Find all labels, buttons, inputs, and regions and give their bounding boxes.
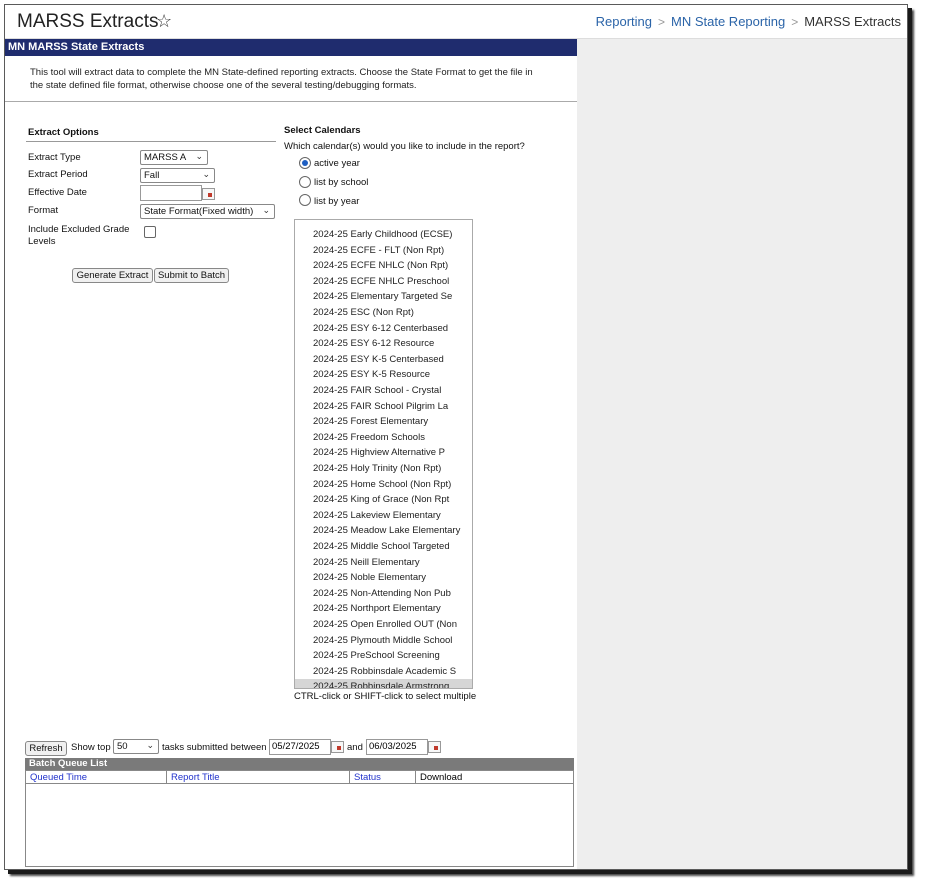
calendar-option[interactable]: 2024-25 Neill Elementary — [295, 555, 472, 571]
calendar-option[interactable]: 2024-25 ESY K-5 Centerbased — [295, 352, 472, 368]
calendar-option[interactable]: 2024-25 Early Childhood (ECSE) — [295, 227, 472, 243]
column-download: Download — [416, 771, 573, 784]
tasks-submitted-label: tasks submitted between — [162, 742, 267, 753]
calendar-option[interactable]: 2024-25 Robbinsdale Armstrong — [295, 679, 472, 688]
intro-line-2: the state defined file format, otherwise… — [30, 80, 417, 91]
calendar-option[interactable]: 2024-25 FAIR School Pilgrim La — [295, 399, 472, 415]
end-date-input[interactable]: 06/03/2025 — [366, 739, 428, 755]
format-value: State Format(Fixed width) — [144, 206, 254, 217]
panel-title-bar: MN MARSS State Extracts — [5, 39, 577, 56]
show-top-label: Show top — [71, 742, 111, 753]
radio-active-year[interactable] — [299, 157, 311, 169]
calendar-listbox[interactable]: 2024-25 Early Childhood (ECSE) 2024-25 EC… — [294, 219, 473, 689]
effective-date-label: Effective Date — [28, 187, 87, 198]
calendar-option[interactable]: 2024-25 PreSchool Screening — [295, 648, 472, 664]
calendar-option[interactable]: 2024-25 ESY K-5 Resource — [295, 367, 472, 383]
calendar-option[interactable]: 2024-25 Middle School Targeted — [295, 539, 472, 555]
select-calendars-heading: Select Calendars — [284, 125, 361, 136]
favorite-star-icon[interactable]: ☆ — [156, 11, 172, 32]
radio-active-year-label: active year — [314, 158, 360, 169]
chevron-down-icon: ⌄ — [262, 205, 270, 215]
breadcrumb-current: MARSS Extracts — [804, 14, 901, 29]
extract-type-value: MARSS A — [144, 152, 187, 163]
format-select[interactable]: State Format(Fixed width) ⌄ — [140, 204, 275, 219]
calendar-option[interactable]: 2024-25 ECFE NHLC (Non Rpt) — [295, 258, 472, 274]
page-header: MARSS Extracts ☆ Reporting > MN State Repo… — [5, 5, 907, 39]
column-queued-time[interactable]: Queued Time — [26, 771, 167, 784]
calendar-option[interactable]: 2024-25 FAIR School - Crystal — [295, 383, 472, 399]
breadcrumb-mn-state-reporting[interactable]: MN State Reporting — [671, 14, 785, 29]
and-label: and — [347, 742, 363, 753]
generate-extract-button[interactable]: Generate Extract — [72, 268, 153, 283]
include-excluded-checkbox[interactable] — [144, 226, 156, 238]
start-date-input[interactable]: 05/27/2025 — [269, 739, 331, 755]
calendar-option[interactable]: 2024-25 Robbinsdale Academic S — [295, 664, 472, 680]
column-status[interactable]: Status — [350, 771, 416, 784]
calendar-icon[interactable] — [428, 741, 441, 753]
extract-period-value: Fall — [144, 170, 160, 181]
calendar-option[interactable]: 2024-25 ECFE NHLC Preschool — [295, 274, 472, 290]
chevron-down-icon: ⌄ — [195, 151, 203, 161]
chevron-right-icon: > — [658, 15, 666, 29]
submit-to-batch-button[interactable]: Submit to Batch — [154, 268, 229, 283]
calendar-option[interactable]: 2024-25 Highview Alternative P — [295, 445, 472, 461]
extract-period-label: Extract Period — [28, 169, 88, 180]
column-report-title[interactable]: Report Title — [167, 771, 350, 784]
extract-type-select[interactable]: MARSS A ⌄ — [140, 150, 208, 165]
calendar-option[interactable]: 2024-25 ECFE - FLT (Non Rpt) — [295, 243, 472, 259]
intro-line-1: This tool will extract data to complete … — [30, 67, 533, 78]
batch-queue-table: Queued Time Report Title Status Download — [25, 770, 574, 867]
calendar-option[interactable]: 2024-25 Plymouth Middle School — [295, 633, 472, 649]
refresh-button[interactable]: Refresh — [25, 741, 67, 756]
divider — [26, 141, 276, 142]
calendar-option[interactable]: 2024-25 ESC (Non Rpt) — [295, 305, 472, 321]
radio-list-by-school[interactable] — [299, 176, 311, 188]
multi-select-hint: CTRL-click or SHIFT-click to select mult… — [294, 691, 477, 702]
calendar-option[interactable]: 2024-25 Lakeview Elementary — [295, 508, 472, 524]
extract-period-select[interactable]: Fall ⌄ — [140, 168, 215, 183]
radio-list-by-year-label: list by year — [314, 196, 360, 207]
batch-queue-title: Batch Queue List — [25, 758, 574, 770]
calendar-option[interactable]: 2024-25 Open Enrolled OUT (Non — [295, 617, 472, 633]
include-excluded-label-line-1: Include Excluded Grade — [28, 224, 130, 235]
include-excluded-label: Include Excluded Grade Levels — [28, 224, 129, 248]
calendar-icon[interactable] — [202, 188, 215, 200]
calendar-icon[interactable] — [331, 741, 344, 753]
breadcrumb: Reporting > MN State Reporting > MARSS Extra… — [596, 14, 901, 29]
include-excluded-label-line-2: Levels — [28, 236, 56, 247]
calendar-option[interactable]: 2024-25 Holy Trinity (Non Rpt) — [295, 461, 472, 477]
calendar-option[interactable]: 2024-25 ESY 6-12 Centerbased — [295, 321, 472, 337]
empty-side-area — [577, 39, 907, 869]
format-label: Format — [28, 205, 59, 216]
radio-list-by-school-label: list by school — [314, 177, 369, 188]
calendar-option[interactable]: 2024-25 Noble Elementary — [295, 570, 472, 586]
chevron-down-icon: ⌄ — [146, 740, 154, 750]
app-window: MARSS Extracts ☆ Reporting > MN State Repo… — [4, 4, 908, 870]
calendar-option[interactable]: 2024-25 Elementary Targeted Se — [295, 289, 472, 305]
calendars-question: Which calendar(s) would you like to incl… — [284, 141, 525, 152]
calendar-option[interactable]: 2024-25 ESY 6-12 Resource — [295, 336, 472, 352]
extract-type-label: Extract Type — [28, 152, 81, 163]
show-top-value: 50 — [117, 741, 128, 752]
breadcrumb-reporting[interactable]: Reporting — [596, 14, 652, 29]
calendar-option[interactable]: 2024-25 Forest Elementary — [295, 414, 472, 430]
calendar-option[interactable]: 2024-25 Freedom Schools — [295, 430, 472, 446]
divider — [5, 101, 577, 102]
radio-list-by-year[interactable] — [299, 194, 311, 206]
calendar-option[interactable]: 2024-25 Northport Elementary — [295, 601, 472, 617]
calendar-option[interactable]: 2024-25 King of Grace (Non Rpt — [295, 492, 472, 508]
calendar-option[interactable]: 2024-25 Non-Attending Non Pub — [295, 586, 472, 602]
show-top-select[interactable]: 50 ⌄ — [113, 739, 159, 754]
page-title: MARSS Extracts — [17, 11, 159, 32]
chevron-down-icon: ⌄ — [202, 169, 210, 179]
calendar-option[interactable]: 2024-25 Meadow Lake Elementary — [295, 523, 472, 539]
chevron-right-icon: > — [791, 15, 799, 29]
calendar-option[interactable]: 2024-25 Home School (Non Rpt) — [295, 477, 472, 493]
extract-options-heading: Extract Options — [28, 127, 99, 138]
intro-text: This tool will extract data to complete … — [30, 66, 560, 92]
effective-date-input[interactable] — [140, 185, 202, 201]
